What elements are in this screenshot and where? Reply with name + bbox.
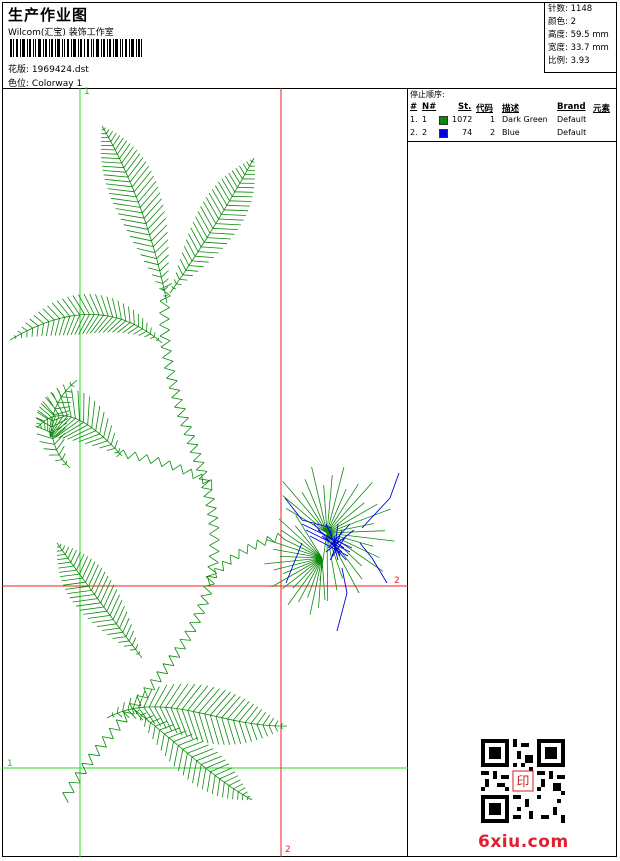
- guide-label-v2: 2: [285, 845, 291, 855]
- color-count: 颜色: 2: [548, 17, 576, 27]
- stop-sequence-label: 停止顺序:: [410, 90, 445, 99]
- col-brand: Brand: [557, 102, 586, 112]
- barcode: [10, 39, 142, 57]
- stitch-count: 针数: 1148: [548, 4, 593, 14]
- design-line: 花版: 1969424.dst: [8, 62, 89, 75]
- design-file: 1969424.dst: [31, 65, 89, 75]
- stop-sequence-panel: 停止顺序: # N# St. 代码 描述 Brand 元素 1. 1 1072 …: [408, 88, 617, 142]
- stop-sequence-table: # N# St. 代码 描述 Brand 元素 1. 1 1072 1 Dark…: [408, 101, 617, 140]
- sheet-title: 生产作业图: [8, 6, 89, 24]
- guide-label-h1: 1: [7, 759, 13, 769]
- embroidery-preview: [2, 88, 408, 857]
- header-panel: 生产作业图 Wilcom(汇宝) 装饰工作室 花版: 1969424.dst 色…: [2, 2, 617, 89]
- green-stitches: [9, 125, 395, 803]
- col-index: #: [410, 102, 418, 112]
- guide-label-v1: 1: [84, 87, 90, 97]
- table-header: # N# St. 代码 描述 Brand 元素: [408, 101, 617, 114]
- col-n: N#: [422, 102, 437, 112]
- blue-stitches: [284, 472, 400, 632]
- watermark: 6xiu.com: [478, 832, 569, 852]
- design-canvas: 1 1 2 2: [2, 87, 408, 857]
- table-row[interactable]: 1. 1 1072 1 Dark Green Default: [408, 114, 617, 127]
- qr-code: 印: [481, 739, 565, 823]
- color-swatch: [439, 129, 448, 138]
- design-scale: 比例: 3.93: [548, 56, 590, 66]
- info-box: 针数: 1148 颜色: 2 高度: 59.5 mm 宽度: 33.7 mm 比…: [544, 2, 617, 73]
- guide-label-h2: 2: [394, 576, 400, 586]
- col-code: 代码: [476, 104, 494, 114]
- col-stitches: St.: [458, 102, 472, 112]
- col-desc: 描述: [502, 104, 520, 114]
- studio-name: Wilcom(汇宝) 装饰工作室: [8, 28, 114, 38]
- design-height: 高度: 59.5 mm: [548, 30, 609, 40]
- design-label: 花版:: [8, 65, 30, 75]
- col-element: 元素: [593, 104, 611, 114]
- table-row[interactable]: 2. 2 74 2 Blue Default: [408, 127, 617, 140]
- design-width: 宽度: 33.7 mm: [548, 43, 609, 53]
- qr-seal: 印: [517, 775, 530, 790]
- stitch-layer: [9, 125, 400, 803]
- color-swatch: [439, 116, 448, 125]
